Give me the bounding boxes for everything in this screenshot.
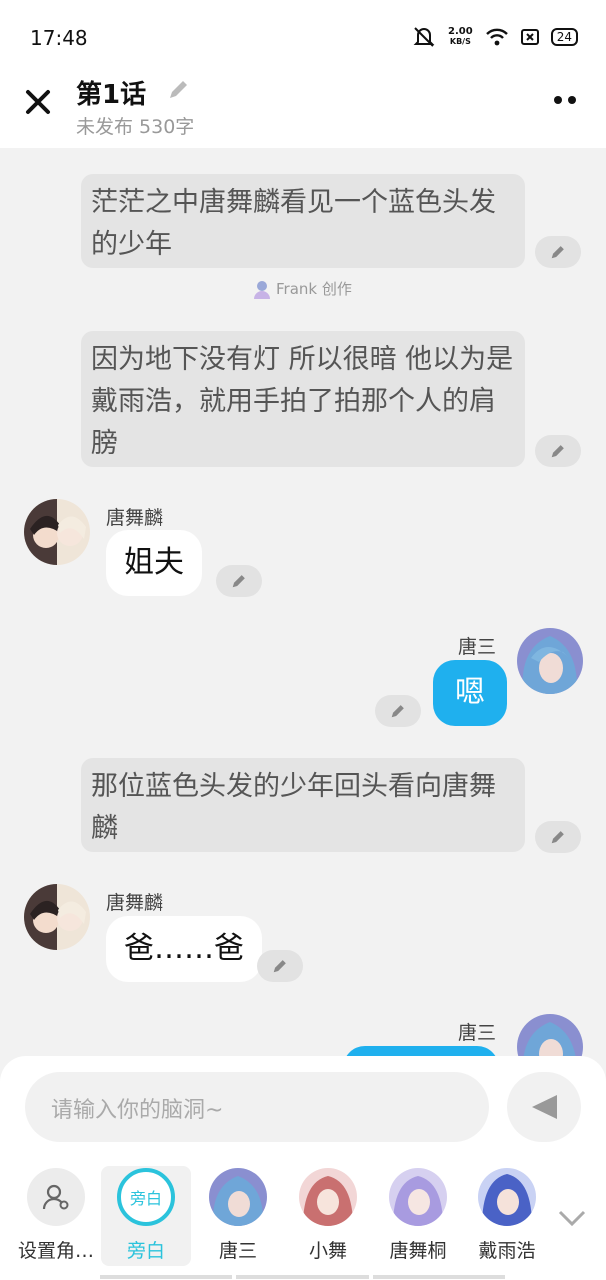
character-label: 唐三	[218, 1240, 257, 1262]
character-tangwutong[interactable]: 唐舞桐	[377, 1166, 459, 1266]
speaker-name: 唐舞麟	[106, 507, 164, 529]
scroll-indicator	[100, 1275, 505, 1279]
character-tangsan[interactable]: 唐三	[197, 1166, 279, 1266]
chevron-down-icon[interactable]	[556, 1208, 588, 1228]
set-character-icon-wrap	[27, 1168, 85, 1226]
battery-indicator: 24	[550, 28, 578, 46]
pencil-icon	[551, 831, 564, 844]
chat-bubble-self[interactable]: 嗯	[433, 660, 507, 726]
chat-bubble[interactable]: 爸……爸	[106, 916, 262, 982]
status-icons: 2.00 KB/S 24	[412, 26, 578, 48]
narration-block[interactable]: 茫茫之中唐舞麟看见一个蓝色头发的少年	[81, 174, 525, 268]
message-input[interactable]: 请输入你的脑洞~	[25, 1072, 489, 1142]
send-icon	[532, 1095, 557, 1119]
wifi-icon	[485, 28, 508, 46]
narration-block[interactable]: 那位蓝色头发的少年回头看向唐舞麟	[81, 758, 525, 852]
author-avatar-icon	[254, 280, 270, 299]
input-placeholder: 请输入你的脑洞~	[51, 1098, 224, 1123]
edit-button[interactable]	[535, 435, 581, 467]
author-text: Frank 创作	[276, 280, 352, 298]
composer-panel: 请输入你的脑洞~ 设置角… 旁白 旁白 唐三 小舞 唐舞桐 戴雨浩	[0, 1056, 606, 1280]
edit-button[interactable]	[375, 695, 421, 727]
edit-button[interactable]	[535, 236, 581, 268]
pencil-icon	[551, 246, 564, 259]
character-daiyuhao[interactable]: 戴雨浩	[467, 1166, 547, 1266]
avatar-tangsan[interactable]	[517, 628, 583, 694]
speed-value: 2.00	[448, 26, 473, 37]
character-label: 旁白	[126, 1240, 165, 1262]
speed-unit: KB/S	[449, 37, 471, 46]
character-selector: 设置角… 旁白 旁白 唐三 小舞 唐舞桐 戴雨浩	[0, 1156, 606, 1276]
indicator-segment	[372, 1275, 505, 1279]
narration-block[interactable]: 因为地下没有灯 所以很暗 他以为是戴雨浩，就用手拍了拍那个人的肩膀	[81, 331, 525, 467]
character-avatar	[478, 1168, 536, 1226]
indicator-segment	[100, 1275, 233, 1279]
pencil-icon	[391, 705, 404, 718]
status-time: 17:48	[30, 26, 88, 50]
chapter-status: 未发布 530字	[76, 116, 195, 138]
edit-button[interactable]	[535, 821, 581, 853]
send-button[interactable]	[507, 1072, 581, 1142]
pencil-icon	[232, 575, 245, 588]
sim-icon	[520, 29, 539, 45]
more-options-button[interactable]	[554, 96, 576, 104]
dot-icon	[554, 96, 562, 104]
author-credit: Frank 创作	[252, 278, 352, 299]
character-avatar	[389, 1168, 447, 1226]
character-avatar	[299, 1168, 357, 1226]
pencil-icon	[273, 960, 286, 973]
character-label: 戴雨浩	[478, 1240, 536, 1262]
avatar-tangwulin[interactable]	[24, 884, 90, 950]
indicator-segment	[236, 1275, 369, 1279]
edit-title-icon[interactable]	[166, 78, 190, 102]
network-speed: 2.00 KB/S	[448, 27, 473, 47]
close-icon[interactable]	[22, 86, 54, 118]
character-narrator[interactable]: 旁白 旁白	[101, 1166, 191, 1266]
dot-icon	[568, 96, 576, 104]
edit-button[interactable]	[216, 565, 262, 597]
narrator-badge: 旁白	[117, 1168, 175, 1226]
set-character-button[interactable]: 设置角…	[15, 1166, 97, 1266]
user-settings-icon	[42, 1184, 69, 1210]
character-label: 设置角…	[17, 1240, 94, 1262]
character-label: 唐舞桐	[389, 1240, 447, 1262]
character-label: 小舞	[308, 1240, 347, 1262]
character-xiaowu[interactable]: 小舞	[287, 1166, 369, 1266]
page-title: 第1话	[76, 80, 147, 110]
avatar-tangwulin[interactable]	[24, 499, 90, 565]
chat-bubble[interactable]: 姐夫	[106, 530, 202, 596]
mute-bell-icon	[413, 27, 435, 47]
pencil-icon	[551, 445, 564, 458]
speaker-name: 唐三	[458, 1022, 497, 1044]
edit-button[interactable]	[257, 950, 303, 982]
status-bar: 17:48 2.00 KB/S 24	[0, 0, 606, 70]
speaker-name: 唐舞麟	[106, 892, 164, 914]
speaker-name: 唐三	[458, 636, 497, 658]
character-avatar	[209, 1168, 267, 1226]
editor-header: 第1话 未发布 530字	[0, 70, 606, 148]
narrator-badge-text: 旁白	[129, 1189, 162, 1208]
